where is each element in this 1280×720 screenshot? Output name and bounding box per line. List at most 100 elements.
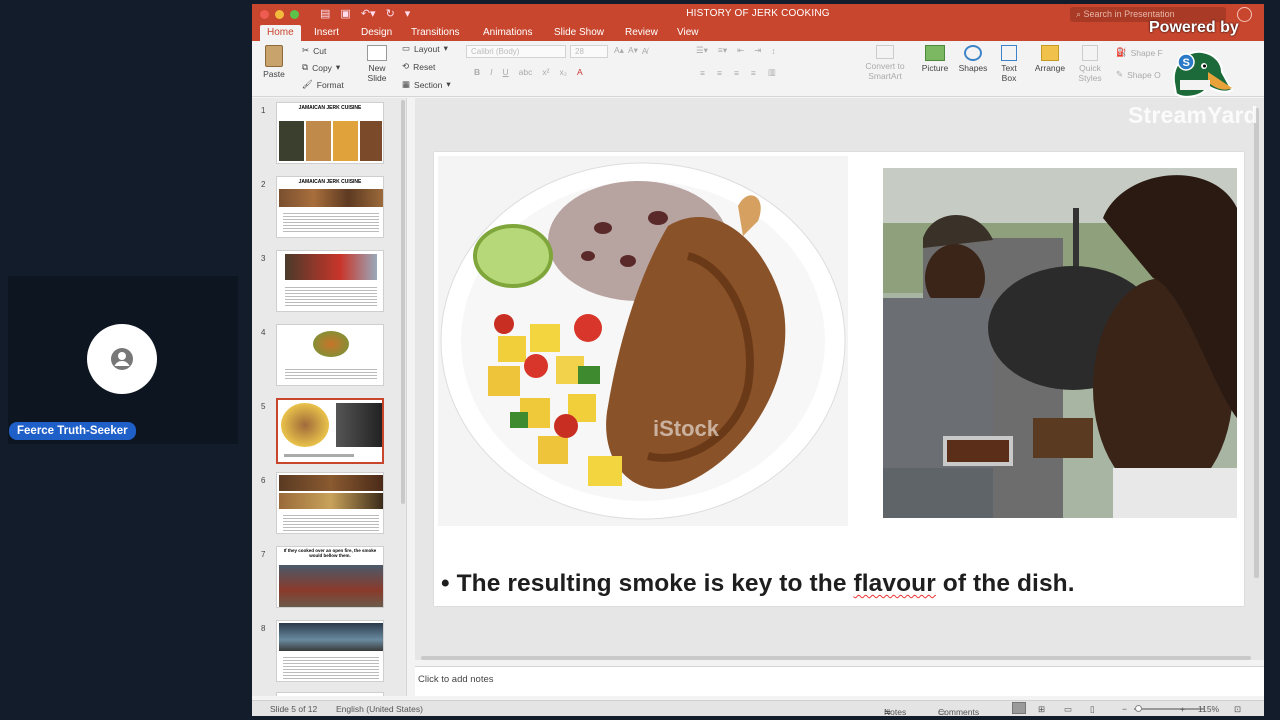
zoom-slider-thumb[interactable] <box>1135 705 1142 712</box>
misspelled-word[interactable]: flavour <box>853 570 935 597</box>
reading-view-icon[interactable]: ▭ <box>1064 704 1072 715</box>
superscript-icon[interactable]: x² <box>542 67 549 77</box>
paste-button[interactable]: Paste <box>260 45 288 79</box>
font-color-icon[interactable]: A <box>577 67 583 77</box>
slide-bullet-text[interactable]: • The resulting smoke is key to the flav… <box>441 570 1075 598</box>
quick-styles-button[interactable]: Quick Styles <box>1074 45 1106 83</box>
thumbnail-title: JAMAICAN JERK CUISINE <box>298 105 362 111</box>
bullet-text-part: The resulting smoke is key to the <box>456 570 854 597</box>
thumbnail-text-lines <box>283 655 379 679</box>
reset-button[interactable]: ⟲ Reset <box>402 61 435 72</box>
current-slide[interactable]: iStock • The resulting smoke is key to t… <box>434 152 1244 606</box>
slide-thumbnail-7[interactable]: If they cooked over an open fire, the sm… <box>276 546 384 608</box>
columns-icon[interactable]: ▥ <box>768 67 776 78</box>
jerk-chefs-photo[interactable] <box>883 168 1237 518</box>
slide-position: Slide 5 of 12 <box>270 704 318 714</box>
slide-thumbnail-6[interactable] <box>276 472 384 534</box>
chevron-down-icon: ▾ <box>335 62 341 72</box>
clear-format-icon[interactable]: A̸ <box>642 46 648 56</box>
tab-view[interactable]: View <box>670 25 706 41</box>
strikethrough-icon[interactable]: abc <box>519 67 533 77</box>
slide-thumbnail-8[interactable] <box>276 620 384 682</box>
shapes-icon <box>964 45 982 61</box>
copy-icon: ⧉ <box>302 62 309 72</box>
numbering-icon[interactable]: ≡▾ <box>718 45 727 56</box>
comments-label: Comments <box>938 707 980 716</box>
font-name-select[interactable]: Calibri (Body) <box>466 45 566 58</box>
cut-button[interactable]: ✂ Cut <box>302 45 326 56</box>
fit-slide-icon[interactable]: ⊡ <box>1234 704 1241 715</box>
notes-placeholder: Click to add notes <box>418 674 494 685</box>
picture-button[interactable]: Picture <box>918 45 952 73</box>
thumbnail-title: If they cooked over an open fire, the sm… <box>283 548 377 558</box>
duck-logo-icon: S <box>1172 50 1234 98</box>
italic-icon[interactable]: I <box>490 67 492 77</box>
tab-animations[interactable]: Animations <box>476 25 539 41</box>
normal-view-icon[interactable] <box>1012 702 1026 714</box>
convert-smartart-button[interactable]: Convert to SmartArt <box>860 45 910 81</box>
increase-indent-icon[interactable]: ⇥ <box>754 45 761 56</box>
slide-thumbnail-5[interactable] <box>276 398 384 464</box>
tab-insert[interactable]: Insert <box>307 25 346 41</box>
layout-button[interactable]: ▭ Layout ▾ <box>402 43 448 54</box>
paragraph-controls-top: ☰▾ ≡▾ ⇤ ⇥ ↕ <box>696 45 776 56</box>
shrink-font-icon[interactable]: A▾ <box>628 45 638 56</box>
language-indicator[interactable]: English (United States) <box>336 704 423 714</box>
bold-icon[interactable]: B <box>474 67 480 77</box>
zoom-level[interactable]: 115% <box>1198 704 1219 714</box>
thumbnail-image <box>336 403 382 447</box>
tab-home[interactable]: Home <box>260 25 301 41</box>
zoom-out-icon[interactable]: − <box>1122 704 1127 714</box>
copy-button[interactable]: ⧉ Copy ▾ <box>302 62 340 73</box>
slide-canvas: iStock • The resulting smoke is key to t… <box>415 98 1264 660</box>
decrease-indent-icon[interactable]: ⇤ <box>737 45 744 56</box>
font-size-select[interactable]: 28 <box>570 45 608 58</box>
slide-thumbnail-1[interactable]: JAMAICAN JERK CUISINE <box>276 102 384 164</box>
quick-styles-icon <box>1082 45 1098 61</box>
status-bar: Slide 5 of 12 English (United States) ≐ … <box>252 700 1264 716</box>
svg-text:S: S <box>1183 57 1190 69</box>
canvas-vertical-scrollbar[interactable] <box>1254 108 1259 578</box>
thumbnail-scrollbar[interactable] <box>401 100 405 504</box>
thumbnail-title: JAMAICAN JERK CUISINE <box>298 179 362 185</box>
slide-thumbnail-3[interactable] <box>276 250 384 312</box>
thumbnail-image <box>279 189 383 207</box>
tab-design[interactable]: Design <box>354 25 399 41</box>
align-center-icon[interactable]: ≡ <box>717 68 722 78</box>
line-spacing-icon[interactable]: ↕ <box>771 46 775 56</box>
slide-sorter-icon[interactable]: ⊞ <box>1038 704 1045 715</box>
participant-tile: Feerce Truth-Seeker <box>8 276 238 444</box>
tab-slide-show[interactable]: Slide Show <box>547 25 611 41</box>
jerk-chicken-plate-image[interactable]: iStock <box>438 156 848 526</box>
tab-review[interactable]: Review <box>618 25 665 41</box>
slideshow-icon[interactable]: ▯ <box>1090 704 1095 715</box>
format-painter-button[interactable]: 🖌 Format <box>302 79 344 90</box>
subscript-icon[interactable]: x₂ <box>559 67 567 77</box>
grow-font-icon[interactable]: A▴ <box>614 45 624 56</box>
new-slide-button[interactable]: New Slide <box>362 45 392 83</box>
align-left-icon[interactable]: ≡ <box>700 68 705 78</box>
reset-icon: ⟲ <box>402 61 410 71</box>
shapes-button[interactable]: Shapes <box>956 45 990 73</box>
tab-transitions[interactable]: Transitions <box>404 25 467 41</box>
picture-label: Picture <box>921 63 949 73</box>
slide-thumbnail-9[interactable] <box>276 692 384 696</box>
copy-label: Copy <box>312 62 332 73</box>
slide-thumbnail-4[interactable] <box>276 324 384 386</box>
zoom-in-icon[interactable]: + <box>1180 704 1185 714</box>
justify-icon[interactable]: ≡ <box>751 68 756 78</box>
notes-pane[interactable]: Click to add notes <box>415 666 1264 696</box>
textbox-label-2: Box <box>1001 73 1017 83</box>
section-button[interactable]: ▦ Section ▾ <box>402 79 451 90</box>
canvas-horizontal-scrollbar[interactable] <box>421 656 1251 660</box>
thumbnail-text-lines <box>285 285 377 307</box>
bullets-icon[interactable]: ☰▾ <box>696 45 708 56</box>
align-right-icon[interactable]: ≡ <box>734 68 739 78</box>
underline-icon[interactable]: U <box>503 67 509 77</box>
smartart-icon <box>876 45 894 59</box>
slide-thumbnail-2[interactable]: JAMAICAN JERK CUISINE <box>276 176 384 238</box>
textbox-button[interactable]: Text Box <box>994 45 1024 83</box>
zoom-slider[interactable] <box>1134 708 1204 710</box>
arrange-button[interactable]: Arrange <box>1032 45 1068 73</box>
section-label: Section <box>414 79 443 90</box>
